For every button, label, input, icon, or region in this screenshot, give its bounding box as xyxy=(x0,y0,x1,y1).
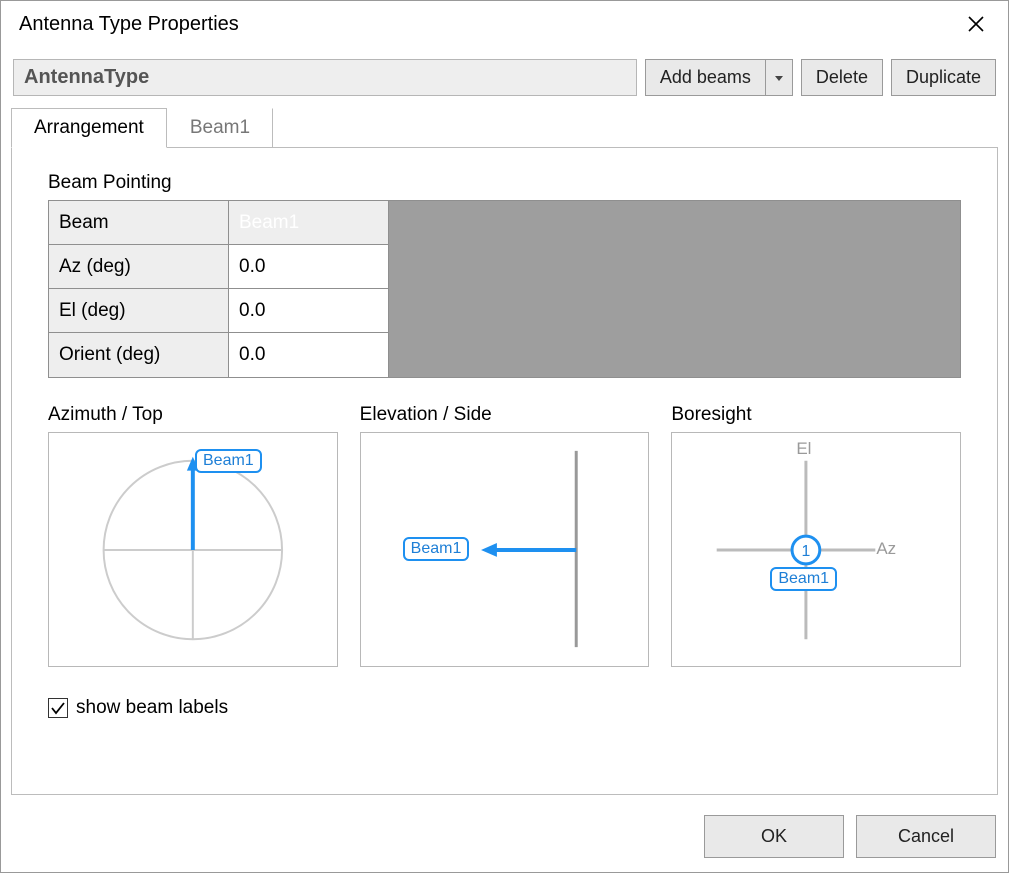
window-title: Antenna Type Properties xyxy=(19,13,239,36)
cancel-button[interactable]: Cancel xyxy=(856,815,996,858)
elevation-beam-label: Beam1 xyxy=(403,537,470,561)
boresight-el-axis-label: El xyxy=(796,439,811,459)
close-icon xyxy=(967,15,985,33)
show-beam-labels-label: show beam labels xyxy=(76,697,228,719)
diagram-elevation-canvas: Beam1 xyxy=(360,432,650,667)
boresight-plot-icon: 1 xyxy=(672,433,960,666)
tab-beam1[interactable]: Beam1 xyxy=(167,108,273,148)
toolbar: AntennaType Add beams Delete Duplicate xyxy=(1,47,1008,100)
azimuth-beam-label: Beam1 xyxy=(195,449,262,473)
diagram-elevation: Elevation / Side Beam1 xyxy=(360,404,650,667)
show-beam-labels-row: show beam labels xyxy=(48,697,961,719)
tab-bar: Arrangement Beam1 xyxy=(1,100,1008,148)
bp-row-label: El (deg) xyxy=(49,289,229,333)
diagram-elevation-title: Elevation / Side xyxy=(360,404,650,426)
diagram-row: Azimuth / Top Beam1 Elevation / Side xyxy=(48,404,961,667)
check-icon xyxy=(50,700,66,716)
titlebar: Antenna Type Properties xyxy=(1,1,1008,47)
diagram-boresight-canvas: 1 El Az Beam1 xyxy=(671,432,961,667)
boresight-az-axis-label: Az xyxy=(876,539,896,559)
show-beam-labels-checkbox[interactable] xyxy=(48,698,68,718)
chevron-down-icon xyxy=(774,73,784,83)
bp-orient-value[interactable]: 0.0 xyxy=(229,333,389,377)
azimuth-plot-icon xyxy=(49,433,337,666)
add-beams-splitbutton[interactable]: Add beams xyxy=(645,59,793,96)
ok-button[interactable]: OK xyxy=(704,815,844,858)
close-button[interactable] xyxy=(958,9,994,39)
content-panel: Beam Pointing Beam Beam1 Az (deg) 0.0 El… xyxy=(11,147,998,795)
add-beams-dropdown[interactable] xyxy=(765,59,793,96)
diagram-azimuth-canvas: Beam1 xyxy=(48,432,338,667)
beam-pointing-title: Beam Pointing xyxy=(48,172,961,194)
antenna-name-field[interactable]: AntennaType xyxy=(13,59,637,96)
bp-az-value[interactable]: 0.0 xyxy=(229,245,389,289)
bp-el-value[interactable]: 0.0 xyxy=(229,289,389,333)
diagram-boresight: Boresight 1 El Az Beam1 xyxy=(671,404,961,667)
bp-table-filler xyxy=(389,201,960,377)
bp-row-label: Orient (deg) xyxy=(49,333,229,377)
dialog-footer: OK Cancel xyxy=(1,805,1008,872)
add-beams-button[interactable]: Add beams xyxy=(645,59,765,96)
delete-button[interactable]: Delete xyxy=(801,59,883,96)
tab-arrangement[interactable]: Arrangement xyxy=(11,108,167,148)
diagram-azimuth: Azimuth / Top Beam1 xyxy=(48,404,338,667)
diagram-azimuth-title: Azimuth / Top xyxy=(48,404,338,426)
beam-pointing-table: Beam Beam1 Az (deg) 0.0 El (deg) 0.0 Ori… xyxy=(48,200,961,378)
duplicate-button[interactable]: Duplicate xyxy=(891,59,996,96)
svg-text:1: 1 xyxy=(802,543,811,560)
diagram-boresight-title: Boresight xyxy=(671,404,961,426)
boresight-beam-label: Beam1 xyxy=(770,567,837,591)
bp-row-label: Az (deg) xyxy=(49,245,229,289)
bp-row-label: Beam xyxy=(49,201,229,245)
bp-beam-selected-cell[interactable]: Beam1 xyxy=(229,201,389,245)
